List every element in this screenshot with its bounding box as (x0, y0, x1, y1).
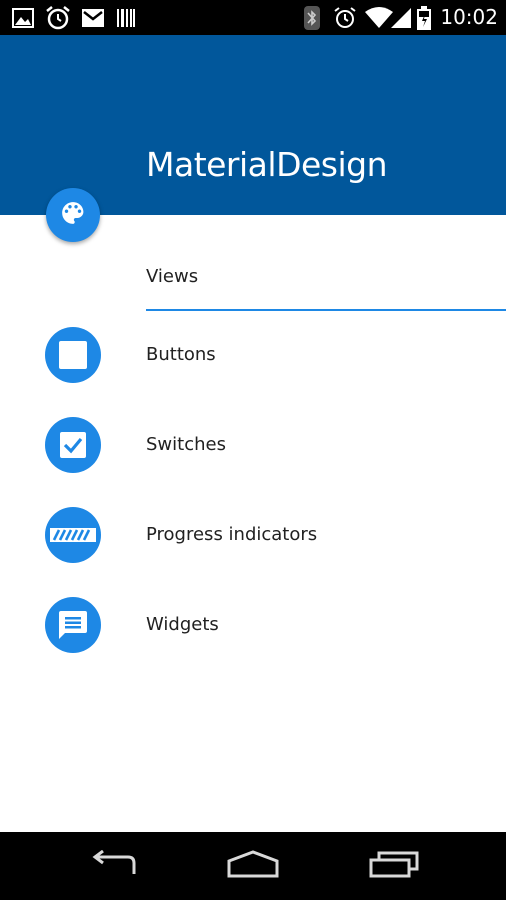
alarm-icon (333, 0, 357, 35)
back-button[interactable] (86, 844, 142, 888)
back-icon (90, 849, 138, 882)
section-divider (146, 309, 506, 311)
wifi-icon (365, 0, 393, 35)
status-time: 10:02 (440, 5, 498, 29)
list-item-buttons[interactable]: Buttons (0, 320, 506, 390)
palette-icon (60, 200, 86, 230)
checkbox-icon (45, 417, 101, 473)
recents-button[interactable] (366, 844, 422, 888)
status-bar: 10:02 (0, 0, 506, 35)
list-item-label: Widgets (146, 614, 219, 635)
square-icon (45, 327, 101, 383)
barcode-icon (116, 0, 136, 35)
image-icon (12, 0, 34, 35)
home-button[interactable] (224, 844, 282, 888)
list-item-label: Switches (146, 434, 226, 455)
list-item-switches[interactable]: Switches (0, 410, 506, 480)
list-item-label: Progress indicators (146, 524, 318, 545)
bluetooth-icon (304, 0, 320, 35)
alarm-clock-icon (45, 0, 71, 35)
signal-icon (390, 0, 412, 35)
list-item-widgets[interactable]: Widgets (0, 590, 506, 660)
list-item-label: Buttons (146, 344, 216, 365)
palette-fab-button[interactable] (46, 188, 100, 242)
battery-icon (417, 0, 431, 35)
progress-bar-icon (45, 507, 101, 563)
message-icon (45, 597, 101, 653)
app-title: MaterialDesign (146, 145, 388, 184)
list-item-progress-indicators[interactable]: Progress indicators (0, 500, 506, 570)
navigation-bar (0, 832, 506, 900)
mail-icon (82, 0, 104, 35)
section-header-views: Views (146, 266, 199, 287)
home-icon (226, 850, 280, 882)
recents-icon (369, 850, 419, 882)
